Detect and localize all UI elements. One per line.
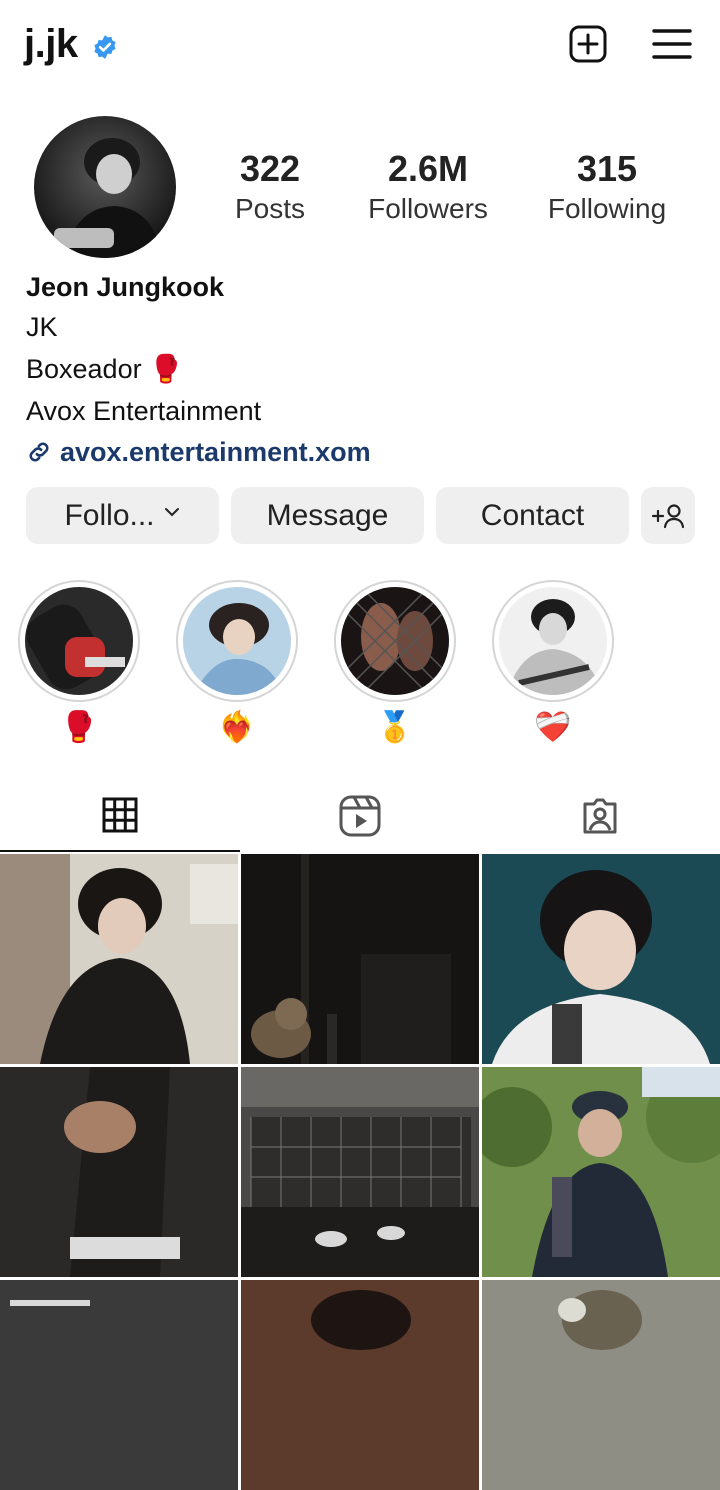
highlight-ring xyxy=(334,580,456,702)
highlight-item[interactable]: ❤️‍🩹 xyxy=(492,580,614,746)
username: j.jk xyxy=(24,22,78,66)
post-thumbnail[interactable] xyxy=(0,854,238,1064)
profile-bio: Jeon Jungkook JK Boxeador 🥊 Avox Enterta… xyxy=(26,268,706,472)
profile-tabs xyxy=(0,780,720,852)
tab-posts-grid[interactable] xyxy=(0,780,240,852)
posts-count: 322 xyxy=(239,148,301,189)
hamburger-menu-icon xyxy=(652,29,692,59)
highlight-ring xyxy=(492,580,614,702)
add-person-icon xyxy=(651,503,685,528)
highlight-thumbnail xyxy=(341,587,449,695)
highlight-thumbnail xyxy=(499,587,607,695)
highlight-caption: ❤️‍🩹 xyxy=(534,711,572,744)
display-name: Jeon Jungkook xyxy=(26,272,225,302)
followers-stat[interactable]: 2.6M Followers xyxy=(358,148,498,226)
post-thumbnail[interactable] xyxy=(241,1280,479,1490)
tab-tagged[interactable] xyxy=(480,780,720,852)
new-post-button[interactable] xyxy=(566,22,610,66)
verified-badge-icon xyxy=(94,35,116,59)
following-stat[interactable]: 315 Following xyxy=(540,148,674,226)
follow-button-label: Follo... xyxy=(64,498,155,532)
post-thumbnail[interactable] xyxy=(0,1280,238,1490)
profile-header: j.jk xyxy=(0,0,720,95)
post-thumbnail[interactable] xyxy=(0,1067,238,1277)
chevron-down-icon xyxy=(164,507,179,516)
plus-square-icon xyxy=(569,25,607,63)
menu-button[interactable] xyxy=(650,22,694,66)
grid-icon xyxy=(102,797,138,833)
post-thumbnail[interactable] xyxy=(482,854,720,1064)
post-thumbnail[interactable] xyxy=(241,1067,479,1277)
bio-line-2: Boxeador 🥊 xyxy=(26,354,183,384)
highlight-thumbnail xyxy=(25,587,133,695)
bio-line-1: JK xyxy=(26,312,58,342)
highlight-ring xyxy=(176,580,298,702)
bio-link[interactable]: avox.entertainment.xom xyxy=(26,432,706,472)
highlight-caption: 🥊 xyxy=(60,711,98,744)
highlight-caption: ❤️‍🔥 xyxy=(218,711,256,744)
avatar-photo xyxy=(34,116,176,258)
following-dropdown-button[interactable]: Follo... xyxy=(26,487,219,544)
highlight-caption: 🥇 xyxy=(376,711,414,744)
highlight-item[interactable]: ❤️‍🔥 xyxy=(176,580,298,746)
tab-reels[interactable] xyxy=(240,780,480,852)
following-count: 315 xyxy=(576,148,638,189)
highlight-item[interactable]: 🥇 xyxy=(334,580,456,746)
tagged-person-icon xyxy=(583,798,617,834)
contact-button[interactable]: Contact xyxy=(436,487,629,544)
highlight-item[interactable]: 🥊 xyxy=(18,580,140,746)
bio-line-3: Avox Entertainment xyxy=(26,396,262,426)
highlight-ring xyxy=(18,580,140,702)
suggested-users-button[interactable] xyxy=(641,487,695,544)
following-label: Following xyxy=(547,193,667,224)
highlight-thumbnail xyxy=(183,587,291,695)
post-thumbnail[interactable] xyxy=(482,1280,720,1490)
reels-icon xyxy=(339,795,381,837)
post-thumbnail[interactable] xyxy=(241,854,479,1064)
message-button[interactable]: Message xyxy=(231,487,424,544)
followers-label: Followers xyxy=(368,193,488,224)
posts-stat[interactable]: 322 Posts xyxy=(220,148,320,226)
link-icon xyxy=(29,442,49,462)
post-thumbnail[interactable] xyxy=(482,1067,720,1277)
followers-count: 2.6M xyxy=(387,148,469,189)
profile-avatar[interactable] xyxy=(34,116,176,258)
bio-link-text: avox.entertainment.xom xyxy=(60,437,371,467)
posts-label: Posts xyxy=(234,193,306,224)
